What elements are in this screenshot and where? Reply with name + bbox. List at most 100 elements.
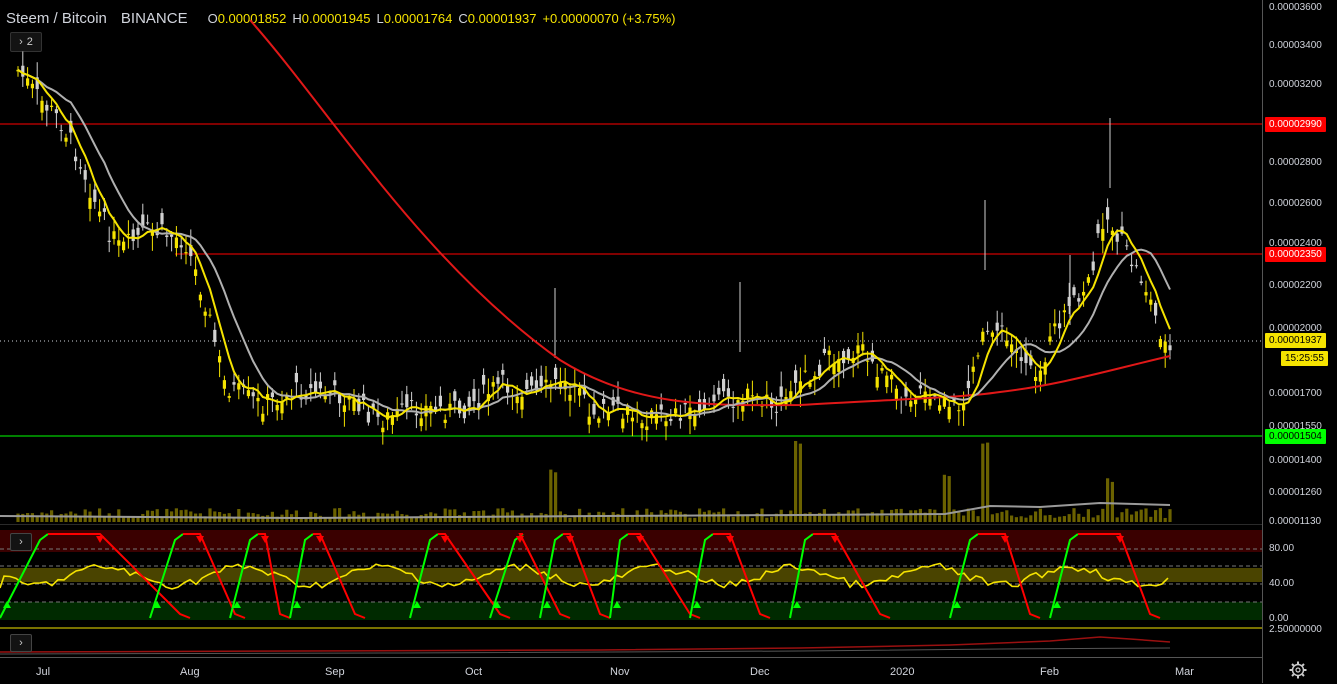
volume-bar xyxy=(30,513,34,522)
candle-body xyxy=(947,406,951,420)
candle-body xyxy=(856,345,860,354)
volume-bar xyxy=(438,517,442,522)
candle-body xyxy=(59,130,63,132)
volume-bar xyxy=(914,510,918,522)
volume-bar xyxy=(606,516,610,522)
volume-bar xyxy=(904,515,908,522)
candle-body xyxy=(890,374,894,380)
candle-body xyxy=(966,380,970,389)
volume-bar xyxy=(1062,516,1066,522)
volume-bar xyxy=(1005,510,1009,522)
price-tick: 0.00001260 xyxy=(1269,487,1322,498)
candle-body xyxy=(1139,281,1143,284)
volume-bar xyxy=(880,509,884,522)
volume-bar xyxy=(568,517,572,522)
candle-body xyxy=(659,404,663,410)
price-tick: 0.00001400 xyxy=(1269,455,1322,466)
candle-body xyxy=(136,227,140,235)
volume-bar xyxy=(712,512,716,522)
volume-bar xyxy=(544,513,548,522)
volume-bar xyxy=(1091,517,1095,522)
candle-body xyxy=(342,405,346,412)
price-chart[interactable] xyxy=(0,0,1262,525)
volume-bar xyxy=(534,517,538,522)
candle-body xyxy=(539,375,543,387)
gear-icon[interactable] xyxy=(1288,660,1308,680)
volume-bar xyxy=(1154,510,1158,522)
candle-body xyxy=(822,348,826,353)
volume-bar xyxy=(611,512,615,522)
candle-body xyxy=(750,395,754,397)
candle-body xyxy=(45,104,49,111)
volume-bar xyxy=(405,514,409,522)
volume-bar xyxy=(496,508,500,522)
volume-bar xyxy=(1125,508,1129,522)
volume-bar xyxy=(160,517,164,522)
volume-bar xyxy=(1058,516,1062,522)
candle-body xyxy=(213,329,217,342)
candle-body xyxy=(875,376,879,388)
candle-body xyxy=(746,388,750,399)
lower-indicator-pane[interactable] xyxy=(0,630,1262,657)
time-axis[interactable]: Jul Aug Sep Oct Nov Dec 2020 Feb Mar xyxy=(0,657,1262,684)
lower-indicator-line xyxy=(0,636,1171,653)
volume-bar xyxy=(208,508,212,522)
candle-body xyxy=(1096,224,1100,234)
lower-collapse-button[interactable]: › xyxy=(10,634,32,652)
candle-body xyxy=(1053,323,1057,327)
candle-body xyxy=(664,421,668,427)
volume-bar xyxy=(443,508,447,522)
volume-bar xyxy=(1130,514,1134,522)
candle-body xyxy=(962,405,966,411)
candle-body xyxy=(338,394,342,404)
candle-body xyxy=(419,418,423,427)
stochastic-pane[interactable] xyxy=(0,526,1262,629)
volume-bar xyxy=(798,443,802,522)
volume-bar xyxy=(453,509,457,522)
volume-bar xyxy=(736,511,740,522)
price-scale[interactable]: 0.00003600 0.00003400 0.00003200 0.00002… xyxy=(1262,0,1337,683)
volume-bar xyxy=(352,511,356,522)
candle-body xyxy=(525,379,529,390)
volume-bar xyxy=(1134,511,1138,522)
candle-body xyxy=(333,380,337,386)
volume-bar xyxy=(976,516,980,522)
candle-body xyxy=(126,233,130,235)
candle-body xyxy=(366,411,370,423)
volume-bar xyxy=(98,508,102,522)
candle-body xyxy=(318,381,322,389)
volume-bar xyxy=(45,513,49,522)
time-label: Oct xyxy=(465,666,483,678)
volume-bar xyxy=(141,513,145,522)
volume-bar xyxy=(174,508,178,522)
candle-body xyxy=(554,367,558,380)
candle-body xyxy=(1163,341,1167,353)
candle-body xyxy=(203,311,207,316)
candle-body xyxy=(400,403,404,405)
candle-body xyxy=(645,426,649,431)
volume-bar xyxy=(338,508,342,522)
candle-body xyxy=(678,418,682,421)
volume-bar xyxy=(837,512,841,522)
candle-body xyxy=(794,370,798,383)
volume-bar xyxy=(1000,511,1004,522)
volume-bar xyxy=(654,516,658,522)
time-label: Dec xyxy=(750,666,770,678)
candle-body xyxy=(803,370,807,372)
candle-body xyxy=(885,375,889,388)
price-tick: 0.00002600 xyxy=(1269,198,1322,209)
volume-bar xyxy=(59,513,63,522)
volume-bar xyxy=(1082,516,1086,522)
resistance-high-tag: 0.00002990 xyxy=(1265,117,1326,132)
candle-body xyxy=(251,392,255,397)
stoch-collapse-button[interactable]: › xyxy=(10,533,32,551)
candle-body xyxy=(501,369,505,375)
volume-bar xyxy=(990,514,994,522)
candle-body xyxy=(1072,287,1076,296)
volume-bar xyxy=(26,513,30,522)
volume-bar xyxy=(333,508,337,522)
candle-body xyxy=(1005,340,1009,347)
candle-body xyxy=(1130,264,1134,267)
volume-bar xyxy=(515,517,519,522)
candle-body xyxy=(683,402,687,405)
